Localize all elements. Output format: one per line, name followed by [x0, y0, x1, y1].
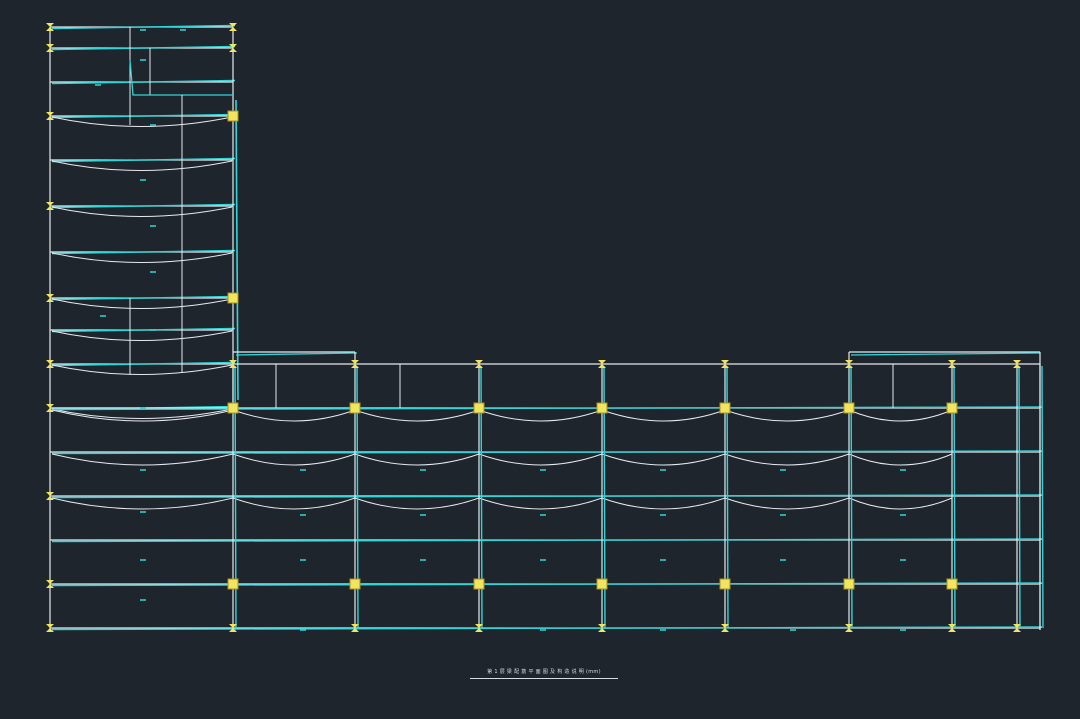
caption-underline — [470, 678, 618, 679]
column-square-icon — [719, 402, 731, 414]
beam-deflection-curve — [478, 497, 603, 510]
column-square-icon — [227, 578, 239, 590]
beam-deflection-curve — [232, 409, 356, 422]
beam-deflection-curve — [354, 497, 480, 510]
column-square-icon — [349, 402, 361, 414]
beam-deflection-curve — [601, 497, 726, 510]
beam-deflection-curve — [478, 453, 603, 466]
column-square-icon — [719, 578, 731, 590]
beam-deflection-curve — [51, 252, 233, 263]
column-square-icon — [946, 402, 958, 414]
beam-deflection-curve — [51, 364, 233, 375]
beam-deflection-curve — [724, 453, 850, 466]
beam-deflection-curve — [51, 298, 233, 309]
beam-deflection-curve — [51, 497, 234, 510]
beam-deflection-curve — [354, 409, 480, 422]
beam-deflection-curve — [51, 408, 233, 419]
beam-deflection-curve — [51, 116, 233, 127]
column-square-icon — [843, 578, 855, 590]
cad-drawing-canvas[interactable]: 第 1 层 梁 配 筋 平 面 图 及 构 造 说 明 (mm) — [0, 0, 1080, 719]
column-square-icon — [596, 578, 608, 590]
beam-deflection-curve — [51, 409, 234, 422]
beam-deflection-curve — [478, 409, 603, 422]
beam-deflection-curve — [51, 330, 233, 341]
beam-deflection-curve — [601, 453, 726, 466]
beam-deflection-curve — [51, 206, 233, 217]
beam-deflection-curve — [848, 453, 953, 466]
floor-plan-beam-layout — [46, 23, 1044, 632]
column-square-icon — [843, 402, 855, 414]
column-square-icon — [473, 578, 485, 590]
beam-deflection-curve — [232, 497, 356, 510]
drawing-caption: 第 1 层 梁 配 筋 平 面 图 及 构 造 说 明 (mm) — [487, 669, 601, 675]
beam-deflection-curve — [51, 160, 233, 171]
column-square-icon — [227, 110, 239, 122]
beam-line-h — [235, 352, 358, 356]
beam-deflection-curve — [724, 497, 850, 510]
beam-deflection-curve — [601, 409, 726, 422]
beam-deflection-curve — [848, 497, 953, 510]
column-square-icon — [596, 402, 608, 414]
beam-deflection-curve — [354, 453, 480, 466]
column-square-icon — [349, 578, 361, 590]
column-square-icon — [227, 402, 239, 414]
beam-line-step — [129, 59, 233, 96]
beam-deflection-curve — [232, 453, 356, 466]
beam-line-v — [1018, 365, 1021, 629]
beam-deflection-curve — [51, 453, 234, 466]
column-square-icon — [946, 578, 958, 590]
beam-line-v — [1041, 365, 1044, 629]
column-square-icon — [473, 402, 485, 414]
column-square-icon — [227, 292, 239, 304]
beam-line-h — [850, 352, 1041, 356]
beam-deflection-curve — [724, 409, 850, 422]
beam-deflection-curve — [848, 409, 953, 422]
